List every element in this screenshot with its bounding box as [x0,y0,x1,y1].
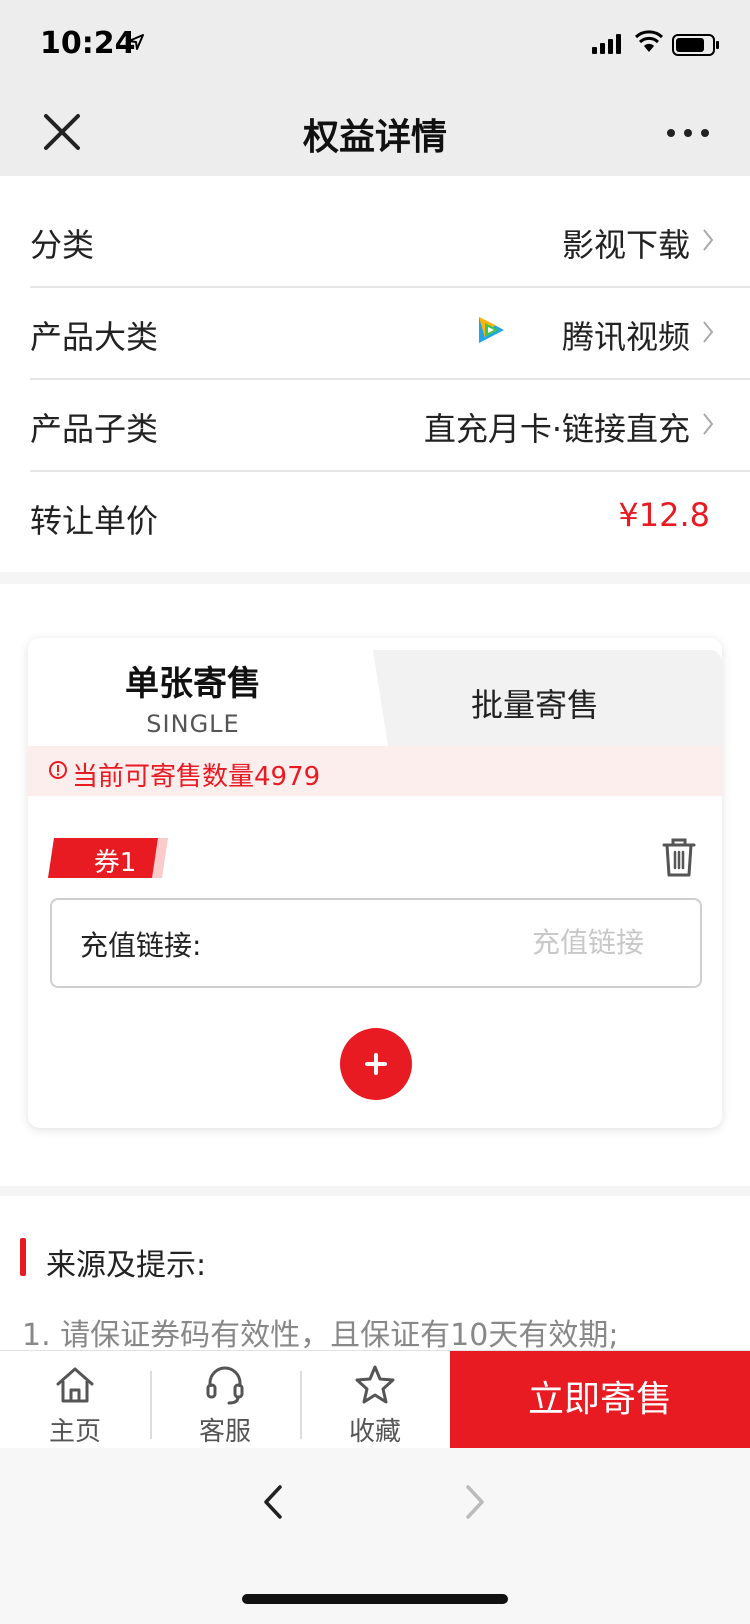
forward-icon[interactable] [460,1484,490,1520]
location-arrow-icon [128,34,144,50]
consign-card: 批量寄售 单张寄售 SINGLE 当前可寄售数量4979 券1 充值链接: [28,638,722,1128]
customer-service-button[interactable]: 客服 [150,1351,300,1449]
tab-single-label: 单张寄售 [125,664,261,704]
tab-single-sublabel: SINGLE [146,710,240,738]
home-label: 主页 [48,1417,101,1447]
page-title: 权益详情 [302,117,447,158]
status-time: 10:24 [40,26,136,61]
product-subtype-value: 直充月卡·链接直充 [423,410,690,448]
bottom-action-bar: 主页 客服 收藏 立即寄售 [0,1350,750,1449]
unit-price-label: 转让单价 [30,502,159,540]
recharge-link-field: 充值链接: [50,898,702,988]
available-quantity-text: 当前可寄售数量4979 [72,762,321,792]
plus-icon [365,1053,387,1075]
unit-price-value: ¥12.8 [618,496,710,534]
headset-icon [206,1366,244,1405]
tips-accent-bar [20,1238,26,1276]
category-value: 影视下载 [561,226,690,264]
chevron-right-icon [703,321,714,343]
customer-service-label: 客服 [198,1417,251,1447]
favorite-label: 收藏 [348,1417,401,1447]
category-label: 分类 [30,226,95,264]
wifi-icon [634,30,664,52]
trash-icon[interactable] [660,836,698,878]
recharge-link-label: 充值链接: [80,929,202,962]
product-type-label: 产品大类 [30,318,159,356]
browser-toolbar [0,1448,750,1624]
recharge-link-input[interactable] [242,916,646,968]
alert-circle-icon [49,761,67,779]
product-type-value: 腾讯视频 [561,318,690,356]
notice-bar: 当前可寄售数量4979 [28,746,722,796]
coupon-tag-label: 券1 [93,848,137,878]
consign-now-button[interactable]: 立即寄售 [450,1351,750,1449]
back-icon[interactable] [258,1484,288,1520]
coupon-tag: 券1 [48,838,168,878]
add-coupon-button[interactable] [340,1028,412,1100]
product-subtype-row[interactable]: 产品子类 直充月卡·链接直充 [30,378,750,472]
favorite-button[interactable]: 收藏 [300,1351,450,1449]
chevron-right-icon [703,413,714,435]
tips-item: 1. 请保证券码有效性，且保证有10天有效期; [22,1318,619,1353]
chevron-right-icon [703,229,714,251]
more-icon[interactable] [666,128,710,138]
tab-single[interactable]: 单张寄售 SINGLE [28,638,372,746]
tencent-video-logo-icon [479,317,504,343]
nav-bar: 权益详情 [0,88,750,176]
product-type-row[interactable]: 产品大类 腾讯视频 [30,286,750,380]
home-button[interactable]: 主页 [0,1351,150,1449]
cellular-signal-icon [592,34,621,54]
consign-tabs: 批量寄售 单张寄售 SINGLE [28,638,722,746]
product-subtype-label: 产品子类 [30,410,159,448]
product-info-list: 分类 影视下载 产品大类 腾讯视频 产品子类 直充月卡·链接直充 转让单价 ¥1… [0,176,750,572]
tips-title: 来源及提示: [46,1248,207,1283]
home-icon [56,1367,94,1403]
unit-price-row: 转让单价 ¥12.8 [30,470,750,562]
battery-icon [672,34,719,56]
status-bar: 10:24 [0,0,750,88]
home-indicator [242,1594,508,1604]
category-row[interactable]: 分类 影视下载 [30,194,750,288]
star-icon [355,1365,395,1404]
